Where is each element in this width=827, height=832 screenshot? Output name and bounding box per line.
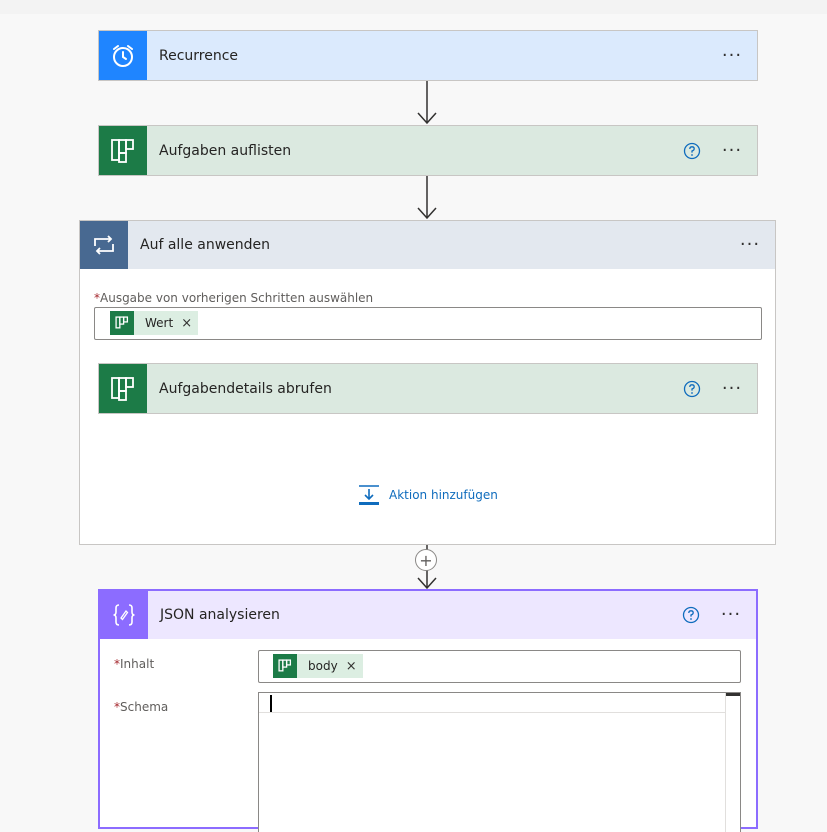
scrollbar-thumb[interactable] (726, 693, 740, 696)
planner-icon (111, 376, 134, 401)
task-details-title: Aufgabendetails abrufen (159, 380, 332, 397)
schema-editor-scrollbar[interactable] (725, 693, 740, 832)
parse-json-card[interactable]: JSON analysieren ··· *Inhalt body × *Sch… (98, 589, 758, 832)
planner-icon (110, 311, 134, 335)
apply-to-each-more-button[interactable]: ··· (735, 236, 765, 254)
content-label-text: Inhalt (120, 657, 155, 671)
help-icon[interactable] (683, 142, 701, 160)
apply-to-each-icon-block (80, 221, 128, 269)
add-action-label: Aktion hinzufügen (389, 488, 498, 502)
task-details-card[interactable]: Aufgabendetails abrufen ··· (98, 363, 758, 414)
list-tasks-card[interactable]: Aufgaben auflisten ··· (98, 125, 758, 176)
connector-arrow (417, 176, 437, 220)
recurrence-more-button[interactable]: ··· (717, 46, 747, 65)
recurrence-title: Recurrence (159, 47, 239, 64)
content-label: *Inhalt (114, 656, 154, 672)
schema-label: *Schema (114, 699, 168, 715)
recurrence-card[interactable]: Recurrence ··· (98, 30, 758, 81)
add-action-icon (359, 485, 379, 505)
wert-token-remove-button[interactable]: × (181, 316, 192, 331)
help-icon[interactable] (683, 380, 701, 398)
alarm-clock-icon (113, 44, 133, 67)
wert-token-label: Wert (145, 316, 174, 330)
schema-label-text: Schema (120, 700, 169, 714)
parse-json-icon-block (100, 591, 148, 639)
parse-json-title: JSON analysieren (160, 607, 280, 623)
list-tasks-title: Aufgaben auflisten (159, 142, 292, 159)
select-output-label-text: Ausgabe von vorherigen Schritten auswähl… (100, 291, 374, 305)
list-tasks-icon-block (99, 126, 147, 175)
text-cursor (270, 695, 272, 712)
recurrence-icon-block (99, 31, 147, 80)
wert-token: Wert × (110, 311, 199, 335)
apply-to-each-title: Auf alle anwenden (140, 237, 271, 253)
loop-icon (94, 235, 114, 255)
task-details-more-button[interactable]: ··· (717, 379, 747, 398)
curly-braces-icon (113, 604, 135, 626)
body-token-label: body (308, 659, 338, 673)
schema-editor-current-line (259, 693, 726, 713)
list-tasks-more-button[interactable]: ··· (717, 141, 747, 160)
select-output-input[interactable]: Wert × (94, 307, 762, 340)
select-output-label: *Ausgabe von vorherigen Schritten auswäh… (94, 290, 373, 306)
canvas-top-band (0, 0, 827, 14)
schema-editor[interactable] (258, 692, 741, 832)
content-input[interactable]: body × (258, 650, 741, 683)
body-token-remove-button[interactable]: × (346, 659, 357, 674)
help-icon[interactable] (682, 606, 700, 624)
connector-arrow (417, 81, 437, 125)
parse-json-more-button[interactable]: ··· (716, 606, 746, 624)
task-details-icon-block (99, 364, 147, 413)
planner-icon (273, 654, 297, 678)
insert-step-button[interactable]: + (415, 549, 437, 571)
plus-icon: + (419, 550, 433, 570)
add-action-button[interactable]: Aktion hinzufügen (358, 484, 498, 506)
planner-icon (111, 138, 134, 163)
body-token: body × (273, 654, 363, 678)
